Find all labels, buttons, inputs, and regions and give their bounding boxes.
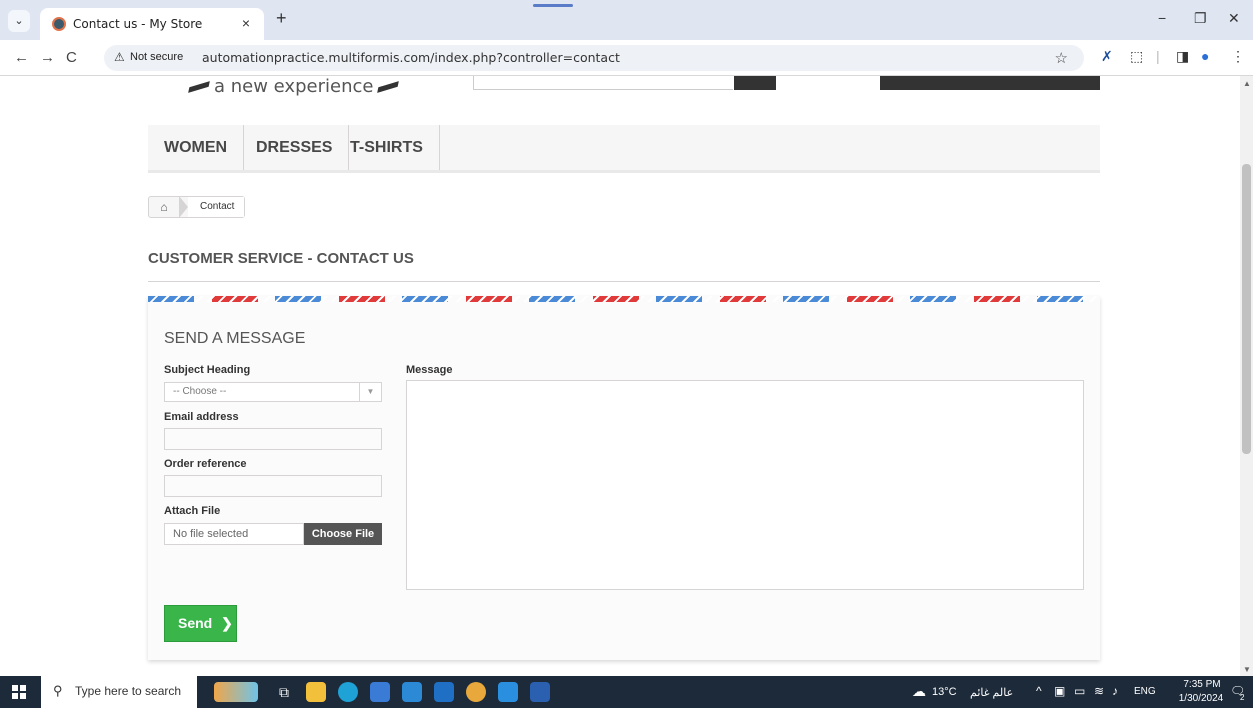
store-favicon-icon bbox=[52, 17, 66, 31]
tab-strip-indicator bbox=[533, 4, 573, 7]
page-scrollbar[interactable]: ▲ ▼ bbox=[1240, 76, 1253, 676]
weather-temperature[interactable]: 13°C bbox=[932, 686, 957, 698]
new-tab-button[interactable]: + bbox=[276, 8, 287, 29]
volume-icon[interactable]: ♪ bbox=[1112, 684, 1118, 698]
windows-taskbar: ⚲ Type here to search ⧉ ☁ 13°C عالم غائم… bbox=[0, 676, 1253, 708]
file-explorer-icon[interactable] bbox=[306, 682, 326, 702]
mail-icon[interactable] bbox=[402, 682, 422, 702]
email-field[interactable] bbox=[164, 428, 382, 450]
send-button-label: Send bbox=[178, 615, 213, 631]
scroll-up-icon[interactable]: ▲ bbox=[1243, 79, 1251, 88]
search-input-remnant[interactable] bbox=[473, 76, 733, 90]
wifi-icon[interactable]: ≋ bbox=[1094, 684, 1104, 698]
side-panel-icon[interactable]: ◨ bbox=[1176, 48, 1189, 65]
tab-title: Contact us - My Store bbox=[73, 17, 203, 31]
browser-tab-strip: ⌄ Contact us - My Store × + − ❐ ✕ bbox=[0, 0, 1253, 40]
subject-heading-select[interactable]: -- Choose -- ▼ bbox=[164, 382, 382, 402]
tab-close-icon[interactable]: × bbox=[242, 15, 250, 31]
notification-count-badge: 2 bbox=[1240, 693, 1245, 702]
form-title: SEND A MESSAGE bbox=[164, 330, 306, 347]
send-button[interactable]: Send ❯ bbox=[164, 605, 237, 642]
menu-kebab-icon[interactable]: ⋮ bbox=[1231, 48, 1245, 65]
chevron-up-icon[interactable]: ^ bbox=[1036, 684, 1042, 698]
choose-file-button[interactable]: Choose File bbox=[304, 523, 382, 545]
browser-tab[interactable]: Contact us - My Store × bbox=[40, 8, 264, 40]
email-label: Email address bbox=[164, 411, 239, 423]
weather-cloud-icon[interactable]: ☁ bbox=[912, 683, 926, 700]
message-textarea[interactable] bbox=[406, 380, 1084, 590]
back-arrow-icon[interactable]: ← bbox=[14, 49, 29, 66]
cart-block-remnant[interactable] bbox=[880, 76, 1100, 90]
profile-avatar-icon[interactable]: ● bbox=[1201, 48, 1209, 64]
search-button-remnant[interactable] bbox=[734, 76, 776, 90]
edge-browser-icon[interactable] bbox=[338, 682, 358, 702]
battery-icon[interactable]: ▭ bbox=[1074, 684, 1085, 698]
tab-list-button[interactable]: ⌄ bbox=[8, 10, 30, 32]
order-reference-label: Order reference bbox=[164, 458, 247, 470]
word-icon[interactable] bbox=[530, 682, 550, 702]
reload-icon[interactable]: C bbox=[66, 49, 77, 66]
address-bar[interactable]: ⚠ Not secure automationpractice.multifor… bbox=[104, 45, 1084, 71]
home-icon[interactable]: ⌂ bbox=[149, 200, 179, 214]
order-reference-field[interactable] bbox=[164, 475, 382, 497]
attach-file-label: Attach File bbox=[164, 505, 221, 517]
browser-toolbar: ← → C ⚠ Not secure automationpractice.mu… bbox=[0, 40, 1253, 76]
clock-date[interactable]: 1/30/2024 bbox=[1176, 693, 1226, 704]
pen-stroke-icon bbox=[188, 81, 210, 93]
scroll-down-icon[interactable]: ▼ bbox=[1243, 665, 1251, 674]
warning-triangle-icon[interactable]: ⚠ bbox=[114, 50, 125, 64]
extensions-puzzle-icon[interactable]: ⬚ bbox=[1130, 48, 1143, 65]
page-viewport: a new experience WOMEN DRESSES T-SHIRTS … bbox=[0, 76, 1240, 676]
maximize-button[interactable]: ❐ bbox=[1194, 10, 1207, 27]
message-label: Message bbox=[406, 364, 453, 376]
store-icon[interactable] bbox=[370, 682, 390, 702]
weather-description[interactable]: عالم غائم bbox=[970, 686, 1013, 699]
chevron-right-icon: ❯ bbox=[221, 615, 233, 631]
search-icon: ⚲ bbox=[53, 683, 63, 698]
subject-heading-value[interactable]: -- Choose -- bbox=[173, 386, 226, 397]
vscode-icon[interactable] bbox=[498, 682, 518, 702]
language-indicator[interactable]: ENG bbox=[1134, 686, 1156, 697]
forward-arrow-icon[interactable]: → bbox=[40, 49, 55, 66]
minimize-button[interactable]: − bbox=[1158, 10, 1166, 26]
windows-start-icon[interactable] bbox=[12, 685, 26, 699]
url-text[interactable]: automationpractice.multiformis.com/index… bbox=[202, 50, 620, 65]
taskbar-search[interactable]: ⚲ Type here to search bbox=[41, 676, 197, 708]
taskbar-search-placeholder[interactable]: Type here to search bbox=[75, 684, 181, 698]
task-view-icon[interactable]: ⧉ bbox=[274, 682, 294, 702]
file-name-display[interactable]: No file selected bbox=[164, 523, 304, 545]
menu-item-women[interactable]: WOMEN bbox=[148, 125, 245, 170]
breadcrumb-separator bbox=[179, 196, 188, 218]
chrome-icon[interactable] bbox=[466, 682, 486, 702]
widgets-icon[interactable] bbox=[214, 682, 258, 702]
airmail-stripes bbox=[148, 296, 1100, 302]
clock-time[interactable]: 7:35 PM bbox=[1180, 679, 1224, 690]
top-menu: WOMEN DRESSES T-SHIRTS bbox=[148, 125, 1100, 173]
toolbar-divider: | bbox=[1156, 48, 1160, 64]
page-title: CUSTOMER SERVICE - CONTACT US bbox=[148, 250, 1100, 282]
outlook-icon[interactable] bbox=[434, 682, 454, 702]
breadcrumb: ⌂ Contact bbox=[148, 196, 246, 218]
menu-item-tshirts[interactable]: T-SHIRTS bbox=[334, 125, 440, 170]
extension-icon[interactable]: ✗ bbox=[1101, 48, 1113, 65]
scrollbar-thumb[interactable] bbox=[1242, 164, 1251, 454]
tray-apps-icon[interactable]: ▣ bbox=[1054, 684, 1065, 698]
header-tagline: a new experience bbox=[184, 76, 403, 97]
bookmark-star-icon[interactable]: ☆ bbox=[1055, 49, 1068, 67]
window-close-button[interactable]: ✕ bbox=[1228, 10, 1240, 27]
not-secure-label[interactable]: Not secure bbox=[130, 51, 183, 63]
subject-heading-label: Subject Heading bbox=[164, 364, 251, 376]
pen-stroke-icon bbox=[377, 81, 400, 93]
breadcrumb-current: Contact bbox=[188, 197, 245, 217]
contact-form: SEND A MESSAGE Subject Heading -- Choose… bbox=[148, 296, 1100, 660]
tagline-text: a new experience bbox=[214, 76, 374, 97]
chevron-down-icon[interactable]: ▼ bbox=[359, 383, 381, 401]
